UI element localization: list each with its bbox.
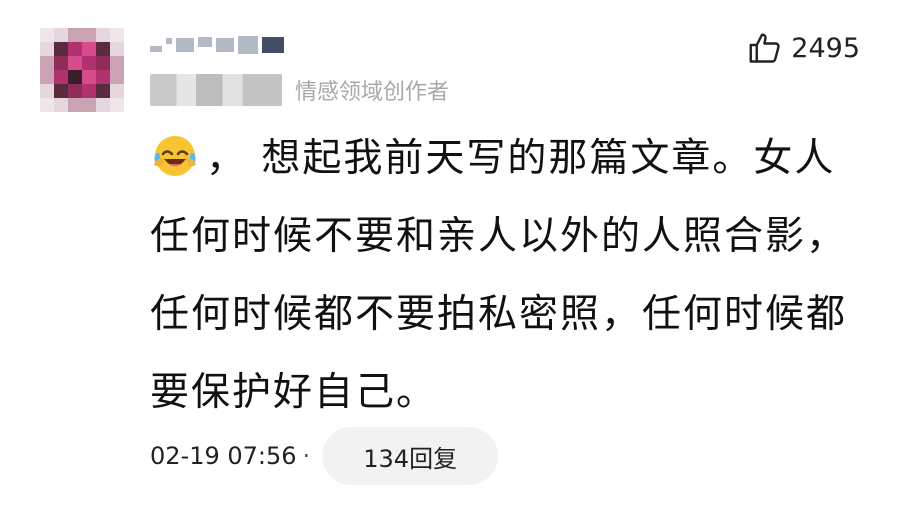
avatar-pixel: [110, 70, 124, 84]
reply-label: 134回复: [363, 444, 458, 473]
avatar-pixel: [54, 56, 68, 70]
avatar-pixel: [96, 28, 110, 42]
username-pixelated[interactable]: [150, 30, 288, 60]
laughing-crying-emoji-icon: [154, 136, 196, 176]
avatar-pixel: [82, 56, 96, 70]
avatar-pixel: [96, 84, 110, 98]
like-count: 2495: [791, 32, 860, 64]
avatar-pixel: [54, 84, 68, 98]
avatar-pixel: [96, 56, 110, 70]
avatar-pixel: [54, 28, 68, 42]
avatar-pixel: [40, 28, 54, 42]
avatar-pixel: [68, 84, 82, 98]
avatar-pixel: [68, 42, 82, 56]
thumbs-up-icon: [749, 33, 780, 63]
meta-separator: ·: [302, 442, 311, 470]
comment-card: 某某某某某某 情感领域创作者 2495 ， 想起我前天写的那篇文章。女人任何时候…: [0, 0, 900, 521]
avatar-pixel: [68, 70, 82, 84]
comment-text: ， 想起我前天写的那篇文章。女人任何时候不要和亲人以外的人照合影，任何时候都不要…: [150, 120, 860, 432]
avatar-pixel: [110, 56, 124, 70]
author-tag: 情感领域创作者: [295, 80, 450, 105]
author-tagline: 某某某某某某 情感领域创作者: [150, 74, 449, 106]
avatar-pixel: [68, 28, 82, 42]
avatar-pixel: [96, 70, 110, 84]
avatar-pixel: [40, 70, 54, 84]
avatar-pixel: [68, 56, 82, 70]
comment-meta: 02-19 07:56 · 134回复: [150, 426, 499, 486]
comment-body: ， 想起我前天写的那篇文章。女人任何时候不要和亲人以外的人照合影，任何时候都不要…: [150, 136, 848, 415]
avatar-pixel: [110, 28, 124, 42]
avatar-pixel: [110, 98, 124, 112]
avatar-pixel: [110, 84, 124, 98]
avatar-pixel: [96, 98, 110, 112]
avatar-pixel: [96, 42, 110, 56]
avatar-pixel: [54, 98, 68, 112]
avatar-pixel: [68, 98, 82, 112]
avatar-pixel: [82, 98, 96, 112]
avatar-pixel: [82, 84, 96, 98]
avatar-pixel: [40, 84, 54, 98]
author-tag-pixelated: 某某某某某某: [150, 74, 283, 106]
avatar[interactable]: [40, 28, 124, 112]
reply-button[interactable]: 134回复: [322, 427, 499, 485]
avatar-pixel: [40, 98, 54, 112]
avatar-pixel: [54, 42, 68, 56]
avatar-pixel: [110, 42, 124, 56]
avatar-pixel: [82, 42, 96, 56]
like-button[interactable]: 2495: [747, 30, 860, 66]
avatar-pixel: [54, 70, 68, 84]
avatar-pixel: [40, 56, 54, 70]
avatar-pixel: [82, 28, 96, 42]
avatar-pixel: [82, 70, 96, 84]
avatar-pixel: [40, 42, 54, 56]
timestamp: 02-19 07:56: [150, 442, 297, 470]
